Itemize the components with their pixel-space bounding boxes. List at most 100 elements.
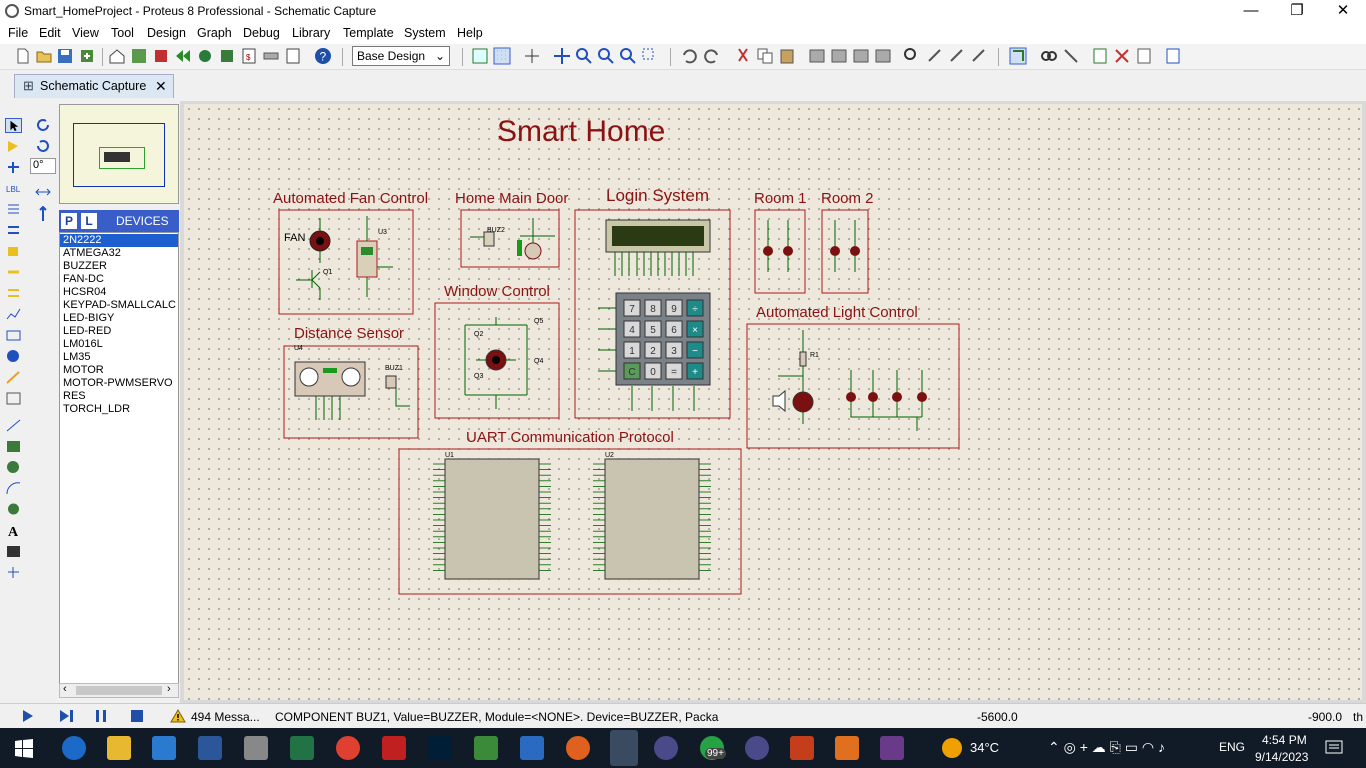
weather-icon[interactable]	[942, 738, 962, 758]
scroll-thumb[interactable]	[76, 686, 162, 695]
buzzer-buz1[interactable]	[385, 375, 397, 389]
list-item[interactable]: FAN-DC	[60, 273, 178, 286]
netlist-icon[interactable]	[262, 47, 280, 65]
exit-parent-icon[interactable]	[1135, 47, 1153, 65]
list-item[interactable]: BUZZER	[60, 260, 178, 273]
block-rotate-icon[interactable]	[852, 47, 870, 65]
mirror-y-icon[interactable]	[35, 206, 51, 222]
package-tool-icon[interactable]	[948, 47, 966, 65]
path-tool-icon[interactable]	[5, 502, 22, 517]
list-item[interactable]: ATMEGA32	[60, 247, 178, 260]
light-led-1[interactable]	[846, 392, 856, 402]
gerber-icon[interactable]	[218, 47, 236, 65]
property-tool-icon[interactable]	[1062, 47, 1080, 65]
eclipse-icon[interactable]	[654, 736, 678, 760]
menu-debug[interactable]: Debug	[243, 26, 280, 40]
mail-icon[interactable]	[152, 736, 176, 760]
search-tag-icon[interactable]	[1040, 47, 1058, 65]
import-icon[interactable]	[78, 47, 96, 65]
report-icon[interactable]	[1164, 47, 1182, 65]
bom-icon[interactable]: $	[240, 47, 258, 65]
excel-icon[interactable]	[290, 736, 314, 760]
rotate-clockwise-icon[interactable]	[35, 117, 51, 133]
menu-tool[interactable]: Tool	[111, 26, 134, 40]
scroll-right-icon[interactable]: ›	[167, 683, 171, 695]
copy-icon[interactable]	[756, 47, 774, 65]
decompose-icon[interactable]	[970, 47, 988, 65]
clock-date[interactable]: 9/14/2023	[1255, 750, 1308, 764]
device-pins-icon[interactable]	[5, 286, 22, 301]
buses-icon[interactable]	[5, 223, 22, 238]
maximize-button[interactable]: ❐	[1274, 0, 1320, 24]
text-tool-icon[interactable]: A	[5, 523, 22, 538]
scroll-left-icon[interactable]: ‹	[63, 683, 67, 695]
fan-control-block[interactable]	[278, 209, 414, 315]
new-sheet-icon[interactable]	[1091, 47, 1109, 65]
selection-mode-icon[interactable]	[5, 118, 22, 133]
menu-library[interactable]: Library	[292, 26, 330, 40]
origin-icon[interactable]	[523, 47, 541, 65]
buzzer-icon[interactable]	[483, 231, 495, 247]
undo-icon[interactable]	[680, 47, 698, 65]
graph-app-icon[interactable]	[474, 736, 498, 760]
door-block[interactable]	[460, 209, 560, 268]
list-item[interactable]: HCSR04	[60, 286, 178, 299]
list-item[interactable]: KEYPAD-SMALLCALC	[60, 299, 178, 312]
schematic-canvas[interactable]: Smart Home Automated Fan Control FAN Q1 …	[184, 104, 1362, 700]
usb-device-icon[interactable]	[244, 736, 268, 760]
graph-mode-icon[interactable]	[5, 307, 22, 322]
mirror-x-icon[interactable]	[35, 185, 51, 199]
menu-view[interactable]: View	[72, 26, 99, 40]
atmega32-u1[interactable]	[444, 458, 540, 580]
ldr-sensor[interactable]	[792, 391, 814, 413]
play-icon[interactable]	[20, 709, 34, 723]
menu-design[interactable]: Design	[147, 26, 186, 40]
voltage-probe-icon[interactable]	[5, 370, 22, 385]
file-explorer-icon[interactable]	[107, 736, 131, 760]
box-tool-icon[interactable]	[5, 439, 22, 454]
virtual-instrument-icon[interactable]	[5, 391, 22, 406]
generator-icon[interactable]	[5, 349, 22, 364]
symbol-tool-icon[interactable]	[5, 544, 22, 559]
list-item[interactable]: MOTOR-PWMSERVO	[60, 377, 178, 390]
block-copy-icon[interactable]	[808, 47, 826, 65]
component-icon[interactable]	[196, 47, 214, 65]
rewind-icon[interactable]	[174, 47, 192, 65]
zoom-all-icon[interactable]	[619, 47, 637, 65]
menu-system[interactable]: System	[404, 26, 446, 40]
menu-graph[interactable]: Graph	[197, 26, 232, 40]
list-item[interactable]: LED-RED	[60, 325, 178, 338]
eclipse-2-icon[interactable]	[745, 736, 769, 760]
room1-block[interactable]	[754, 209, 806, 294]
terminals-icon[interactable]	[5, 265, 22, 280]
menu-file[interactable]: File	[8, 26, 28, 40]
pause-icon[interactable]	[94, 709, 108, 723]
list-item[interactable]: TORCH_LDR	[60, 403, 178, 416]
light-led-2[interactable]	[868, 392, 878, 402]
pick-device-icon[interactable]	[903, 47, 921, 65]
proteus-taskbar-icon[interactable]	[610, 730, 638, 766]
list-item[interactable]: RES	[60, 390, 178, 403]
open-folder-icon[interactable]	[35, 47, 53, 65]
menu-help[interactable]: Help	[457, 26, 483, 40]
lm35-sensor[interactable]	[356, 240, 378, 278]
home-icon[interactable]	[108, 47, 126, 65]
room2-block[interactable]	[821, 209, 869, 294]
messages-count[interactable]: 494 Messa...	[191, 710, 260, 724]
powerpoint-icon[interactable]	[790, 736, 814, 760]
room1-led-a[interactable]	[763, 246, 773, 256]
tab-schematic-capture[interactable]: ⊞ Schematic Capture ✕	[14, 74, 174, 98]
wire-label-icon[interactable]: LBL	[5, 181, 22, 196]
system-tray-icons[interactable]: ⌃ ◎ + ☁ ⎘ ▭ ◠ ♪	[1048, 739, 1165, 756]
weather-temp[interactable]: 34°C	[970, 740, 999, 755]
media-icon[interactable]	[835, 736, 859, 760]
resistor-r1[interactable]	[799, 351, 807, 367]
minimize-button[interactable]: —	[1228, 0, 1274, 24]
pick-devices-button[interactable]: P	[61, 213, 77, 229]
library-manager-button[interactable]: L	[81, 213, 97, 229]
refresh-icon[interactable]	[471, 47, 489, 65]
device-list-scrollbar[interactable]: ‹ ›	[59, 683, 179, 698]
menu-edit[interactable]: Edit	[39, 26, 61, 40]
light-block[interactable]	[746, 323, 960, 449]
light-led-3[interactable]	[892, 392, 902, 402]
